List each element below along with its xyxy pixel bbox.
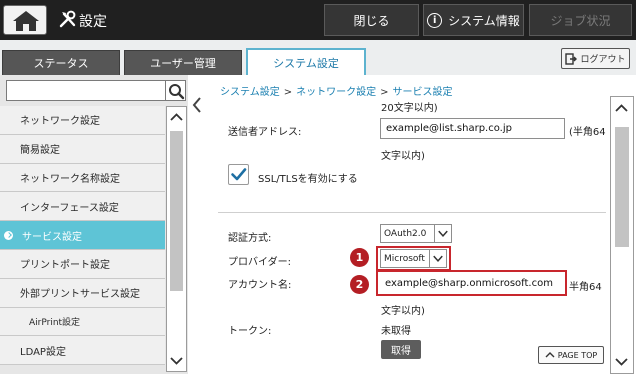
system-info-label: システム情報	[448, 13, 520, 28]
logout-button[interactable]: ログアウト	[561, 48, 630, 69]
account-name-hint-cont: 文字以内)	[381, 306, 425, 317]
page-top-button[interactable]: PAGE TOP	[538, 346, 604, 364]
sender-address-label: 送信者アドレス:	[228, 127, 302, 138]
auth-method-label: 認証方式:	[228, 233, 272, 244]
logout-label: ログアウト	[580, 55, 626, 65]
ssl-tls-checkbox[interactable]	[228, 164, 249, 185]
sidebar-scroll-thumb[interactable]	[170, 131, 183, 291]
sender-address-hint-cont: 文字以内)	[381, 151, 425, 162]
auth-method-value: OAuth2.0	[384, 228, 427, 239]
home-button[interactable]	[3, 5, 47, 35]
scroll-up-icon[interactable]	[169, 110, 184, 125]
page-top-label: PAGE TOP	[557, 350, 598, 360]
scroll-down-icon[interactable]	[614, 354, 629, 369]
sidebar-item-external-print-service[interactable]: 外部プリントサービス設定	[0, 278, 165, 308]
caret-up-icon	[545, 352, 555, 358]
callout-badge-1: 1	[350, 248, 369, 267]
tab-system-settings[interactable]: システム設定	[246, 48, 366, 75]
sidebar-nav: ネットワーク設定 簡易設定 ネットワーク名称設定 インターフェース設定 サービス…	[0, 106, 165, 366]
sidebar-item-print-port[interactable]: プリントポート設定	[0, 249, 165, 279]
callout-badge-2: 2	[350, 275, 369, 294]
acquire-token-label: 取得	[391, 346, 411, 357]
section-divider	[218, 212, 606, 213]
sidebar: ネットワーク設定 簡易設定 ネットワーク名称設定 インターフェース設定 サービス…	[0, 75, 188, 374]
tools-icon	[59, 10, 76, 28]
sidebar-item-network-name[interactable]: ネットワーク名称設定	[0, 163, 165, 193]
chevron-down-icon	[434, 225, 448, 242]
scroll-down-icon[interactable]	[169, 353, 184, 368]
auth-method-select[interactable]: OAuth2.0	[380, 224, 452, 243]
content-scroll-thumb[interactable]	[615, 127, 629, 247]
job-status-label: ジョブ状況	[550, 13, 611, 28]
job-status-button[interactable]: ジョブ状況	[529, 4, 632, 36]
sidebar-item-quick-settings[interactable]: 簡易設定	[0, 134, 165, 164]
account-name-hint: 半角64	[569, 282, 602, 293]
sidebar-item-label: プリントポート設定	[20, 260, 110, 272]
scroll-up-icon[interactable]	[614, 101, 629, 116]
sender-address-value: example@list.sharp.co.jp	[386, 123, 512, 134]
search-input[interactable]	[6, 80, 166, 101]
info-icon: i	[427, 12, 443, 28]
settings-form: 20文字以内) 送信者アドレス: example@list.sharp.co.j…	[190, 96, 608, 374]
sidebar-item-label: AirPrint設定	[29, 317, 81, 328]
acquire-token-button[interactable]: 取得	[381, 340, 421, 359]
sidebar-scrollbar[interactable]	[166, 106, 187, 372]
content-scrollbar[interactable]	[610, 96, 634, 374]
sender-address-input[interactable]: example@list.sharp.co.jp	[380, 118, 565, 139]
sidebar-item-label: インターフェース設定	[20, 202, 119, 214]
sidebar-item-service-settings[interactable]: サービス設定	[0, 221, 165, 250]
checkmark-icon	[231, 168, 247, 181]
sidebar-item-label: LDAP設定	[20, 346, 66, 358]
app-title: 設定	[79, 14, 107, 30]
provider-highlight	[376, 246, 451, 271]
selected-arrow-icon	[4, 230, 13, 240]
sidebar-item-ldap[interactable]: LDAP設定	[0, 336, 165, 366]
sidebar-item-airprint[interactable]: AirPrint設定	[0, 307, 165, 337]
ssl-tls-label: SSL/TLSを有効にする	[258, 174, 358, 185]
sidebar-item-label: 外部プリントサービス設定	[20, 289, 140, 301]
tab-status[interactable]: ステータス	[2, 50, 120, 75]
tab-user-management[interactable]: ユーザー管理	[124, 50, 242, 75]
search-icon	[169, 84, 185, 100]
tab-strip: ステータス ユーザー管理 システム設定 ログアウト	[0, 40, 636, 75]
token-label: トークン:	[228, 326, 272, 337]
close-button-label: 閉じる	[353, 13, 390, 28]
sidebar-item-label: ネットワーク設定	[20, 116, 100, 128]
sidebar-item-label: サービス設定	[22, 231, 82, 243]
account-name-highlight	[376, 270, 567, 296]
sidebar-item-network-settings[interactable]: ネットワーク設定	[0, 106, 165, 135]
logout-icon	[565, 52, 578, 65]
account-name-label: アカウント名:	[228, 280, 292, 291]
sidebar-item-label: 簡易設定	[20, 145, 60, 157]
provider-label: プロバイダー:	[228, 257, 291, 268]
home-icon	[13, 11, 39, 31]
token-status: 未取得	[381, 326, 411, 337]
sender-address-hint: (半角64	[569, 127, 606, 138]
sidebar-item-label: ネットワーク名称設定	[20, 173, 120, 185]
top-bar: 設定 閉じる i システム情報 ジョブ状況	[0, 0, 636, 40]
sidebar-item-interface[interactable]: インターフェース設定	[0, 192, 165, 222]
close-button[interactable]: 閉じる	[324, 4, 419, 36]
search-button[interactable]	[166, 80, 186, 101]
system-info-button[interactable]: i システム情報	[423, 4, 524, 36]
top-note: 20文字以内)	[381, 103, 438, 114]
